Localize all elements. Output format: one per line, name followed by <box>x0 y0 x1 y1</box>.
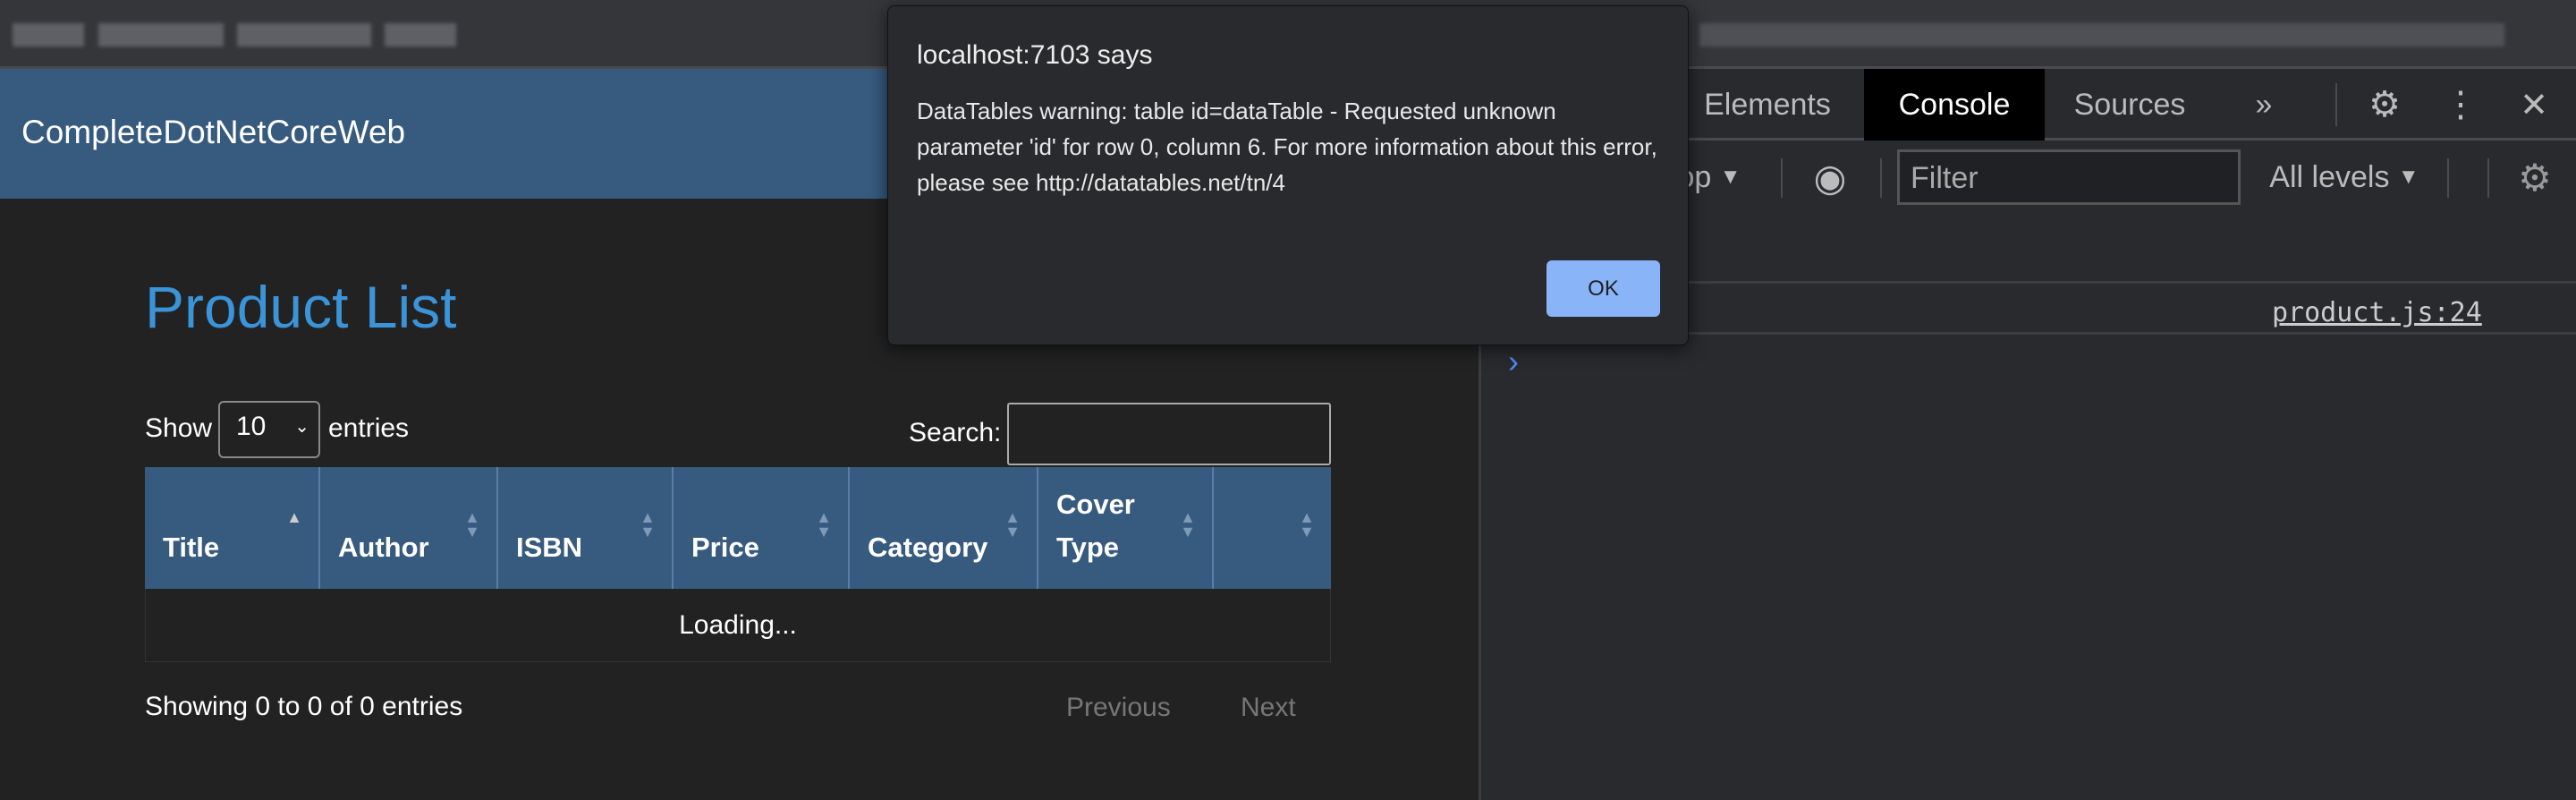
search-label: Search: <box>909 418 1002 447</box>
column-label: Cover Type <box>1056 489 1135 563</box>
sort-icon: ▲ ▼ <box>1180 508 1196 540</box>
sort-icon: ▲ ▼ <box>464 508 480 540</box>
column-header-price[interactable]: Price ▲ ▼ <box>674 467 850 589</box>
entries-select[interactable]: 10 ⌄ <box>218 401 320 458</box>
column-label: ISBN <box>516 532 583 563</box>
source-link[interactable]: product.js:24 <box>2272 297 2482 328</box>
column-label: Title <box>163 532 220 563</box>
more-options-icon[interactable]: ⋮ <box>2438 69 2483 140</box>
dialog-title: localhost:7103 says <box>917 40 1153 70</box>
sort-asc-icon: ▲ <box>286 508 302 526</box>
loading-row: Loading... <box>145 589 1331 662</box>
levels-label: All levels <box>2269 159 2390 194</box>
bookmark[interactable] <box>13 23 84 47</box>
table-header: Title ▲ Author ▲ ▼ ISBN ▲ ▼ Price ▲ ▼ Category ▲… <box>145 467 1331 589</box>
bookmark[interactable] <box>385 23 456 47</box>
column-header-category[interactable]: Category ▲ ▼ <box>850 467 1038 589</box>
alert-dialog: localhost:7103 says DataTables warning: … <box>887 5 1689 345</box>
entries-label: entries <box>328 413 410 443</box>
brand-link[interactable]: CompleteDotNetCoreWeb <box>21 114 405 151</box>
sort-icon: ▲ ▼ <box>1004 508 1021 540</box>
column-header-title[interactable]: Title ▲ <box>145 467 320 589</box>
dropdown-arrow-icon: ▼ <box>1719 165 1741 189</box>
column-header-cover-type[interactable]: Cover Type ▲ ▼ <box>1038 467 1214 589</box>
column-header-actions[interactable]: ▲ ▼ <box>1214 467 1331 589</box>
ok-button[interactable]: OK <box>1546 260 1660 317</box>
sort-icon: ▲ ▼ <box>1299 508 1315 540</box>
show-label: Show <box>145 413 213 443</box>
search-input[interactable] <box>1007 403 1331 465</box>
tab-elements[interactable]: Elements <box>1678 69 1857 140</box>
page-title: Product List <box>145 274 457 340</box>
sort-icon: ▲ ▼ <box>640 508 656 540</box>
eye-icon[interactable]: ◉ <box>1805 140 1855 214</box>
next-button[interactable]: Next <box>1241 693 1296 723</box>
bookmark[interactable] <box>237 23 371 47</box>
dialog-message: DataTables warning: table id=dataTable -… <box>917 98 1657 196</box>
column-label: Price <box>691 532 759 563</box>
log-levels-select[interactable]: All levels ▼ <box>2259 140 2429 214</box>
bookmark[interactable] <box>98 23 224 47</box>
dropdown-arrow-icon: ▼ <box>2397 165 2419 189</box>
filter-input[interactable]: Filter <box>1897 149 2241 205</box>
column-header-isbn[interactable]: ISBN ▲ ▼ <box>498 467 674 589</box>
tab-sources[interactable]: Sources <box>2054 69 2206 140</box>
column-label: Category <box>868 532 988 563</box>
more-tabs-icon[interactable]: » <box>2241 69 2286 140</box>
close-icon[interactable]: ✕ <box>2512 69 2556 140</box>
column-header-author[interactable]: Author ▲ ▼ <box>320 467 498 589</box>
previous-button[interactable]: Previous <box>1066 693 1171 723</box>
table-info: Showing 0 to 0 of 0 entries <box>145 692 463 721</box>
settings-gear-icon[interactable]: ⚙ <box>2362 69 2407 140</box>
console-settings-gear-icon[interactable]: ⚙ <box>2510 140 2560 214</box>
tab-console[interactable]: Console <box>1864 69 2045 140</box>
sort-icon: ▲ ▼ <box>816 508 832 540</box>
entries-select-value: 10 <box>236 412 267 441</box>
bookmark[interactable] <box>1699 23 2504 47</box>
console-prompt-icon[interactable]: › <box>1508 343 1519 380</box>
column-label: Author <box>338 532 429 563</box>
chevron-down-icon: ⌄ <box>294 417 309 437</box>
